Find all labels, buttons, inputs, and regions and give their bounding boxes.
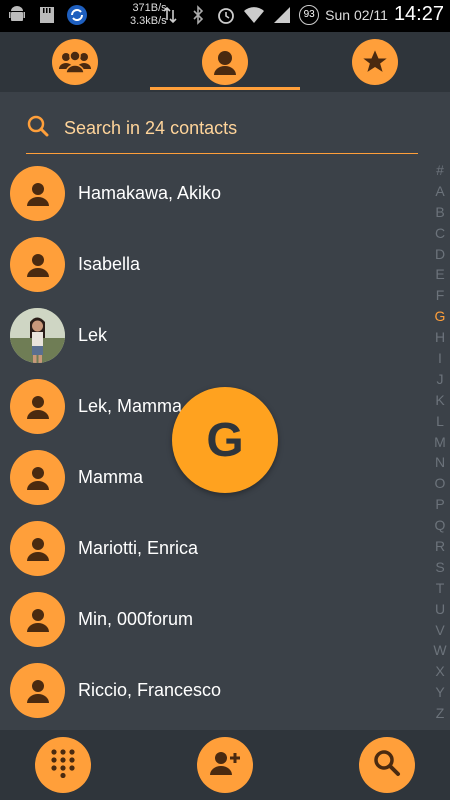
contact-photo <box>10 308 65 363</box>
person-icon <box>26 608 49 632</box>
alarm-icon <box>215 4 237 26</box>
contact-name: Isabella <box>78 254 141 274</box>
contact-name: Mamma <box>78 467 144 487</box>
search-field[interactable]: Search in 24 contacts <box>26 104 418 154</box>
alphabet-letter[interactable]: Y <box>435 682 444 703</box>
status-time: 14:27 <box>393 3 444 25</box>
battery-level: 93 <box>303 9 315 20</box>
alphabet-letter[interactable]: U <box>435 599 445 620</box>
alphabet-letter[interactable]: V <box>435 620 444 641</box>
alphabet-letter[interactable]: L <box>436 411 444 432</box>
contact-name: Lek <box>78 325 108 345</box>
wifi-icon <box>243 4 265 26</box>
sd-card-icon <box>36 4 58 26</box>
tab-groups[interactable] <box>0 36 150 88</box>
signal-icon <box>271 4 293 26</box>
contact-row[interactable]: Riccio, Francesco <box>0 655 432 726</box>
alphabet-letter[interactable]: I <box>438 348 442 369</box>
alphabet-letter[interactable]: Q <box>435 515 446 536</box>
android-icon <box>6 4 28 26</box>
alphabet-letter[interactable]: F <box>436 285 445 306</box>
alphabet-letter[interactable]: H <box>435 327 445 348</box>
alphabet-letter[interactable]: G <box>435 306 446 327</box>
sync-icon <box>66 4 88 26</box>
alphabet-letter[interactable]: P <box>435 494 444 515</box>
tab-bar <box>0 32 450 92</box>
tab-contacts[interactable] <box>150 36 300 88</box>
contact-row[interactable]: Lek <box>0 300 432 371</box>
contact-name: Hamakawa, Akiko <box>78 183 222 203</box>
tab-selected-indicator <box>150 87 300 90</box>
data-arrows-icon <box>159 4 181 26</box>
alphabet-letter[interactable]: W <box>433 640 446 661</box>
alphabet-letter[interactable]: E <box>435 264 444 285</box>
person-icon <box>26 253 49 277</box>
person-icon <box>26 182 49 206</box>
alphabet-index[interactable]: # A B C D E F G H I J K L M N O P Q R S T U V W X Y Z <box>432 160 448 724</box>
contact-name: Lek, Mamma <box>78 396 183 416</box>
status-date: Sun 02/11 <box>325 6 388 23</box>
avatar <box>10 521 65 576</box>
avatar <box>10 592 65 647</box>
search-icon <box>372 748 402 783</box>
star-icon <box>352 39 398 85</box>
dialpad-icon <box>49 748 77 783</box>
alphabet-letter[interactable]: N <box>435 452 445 473</box>
alphabet-letter[interactable]: D <box>435 244 445 265</box>
alphabet-letter[interactable]: O <box>435 473 446 494</box>
alphabet-letter[interactable]: T <box>436 578 445 599</box>
bluetooth-icon <box>187 4 209 26</box>
group-icon <box>52 39 98 85</box>
person-icon <box>202 39 248 85</box>
bottom-action-bar <box>0 730 450 800</box>
avatar <box>10 166 65 221</box>
alphabet-letter[interactable]: # <box>436 160 444 181</box>
alphabet-letter[interactable]: B <box>435 202 444 223</box>
add-contact-button[interactable] <box>197 737 253 793</box>
alphabet-letter[interactable]: Z <box>436 703 445 724</box>
alphabet-letter[interactable]: R <box>435 536 445 557</box>
contact-row[interactable]: Mariotti, Enrica <box>0 513 432 584</box>
contact-row[interactable]: Isabella <box>0 229 432 300</box>
alphabet-letter[interactable]: C <box>435 223 445 244</box>
avatar <box>10 237 65 292</box>
alphabet-letter[interactable]: A <box>435 181 444 202</box>
search-button[interactable] <box>359 737 415 793</box>
contact-row[interactable]: Min, 000forum <box>0 584 432 655</box>
person-icon <box>26 537 49 561</box>
alphabet-letter[interactable]: S <box>435 557 444 578</box>
alphabet-letter[interactable]: X <box>435 661 444 682</box>
contact-name: Mariotti, Enrica <box>78 538 199 558</box>
tab-favorites[interactable] <box>300 36 450 88</box>
search-placeholder: Search in 24 contacts <box>64 118 238 138</box>
person-icon <box>26 679 49 703</box>
letter-indicator-bubble: G <box>172 387 278 493</box>
letter-indicator-text: G <box>206 413 244 467</box>
alphabet-letter[interactable]: K <box>435 390 444 411</box>
avatar <box>10 663 65 718</box>
status-bar: 371B/s 3.3kB/s 93 Sun 02/11 14:27 <box>0 0 450 32</box>
add-person-icon <box>208 748 242 783</box>
contact-name: Min, 000forum <box>78 609 194 629</box>
person-icon <box>26 395 49 419</box>
avatar <box>10 379 65 434</box>
alphabet-letter[interactable]: J <box>437 369 444 390</box>
avatar <box>10 450 65 505</box>
alphabet-letter[interactable]: M <box>434 432 446 453</box>
contact-name: Riccio, Francesco <box>78 680 222 700</box>
contact-row[interactable]: Hamakawa, Akiko <box>0 158 432 229</box>
person-icon <box>26 466 49 490</box>
battery-icon: 93 <box>299 4 320 25</box>
search-icon <box>26 114 50 143</box>
dialpad-button[interactable] <box>35 737 91 793</box>
